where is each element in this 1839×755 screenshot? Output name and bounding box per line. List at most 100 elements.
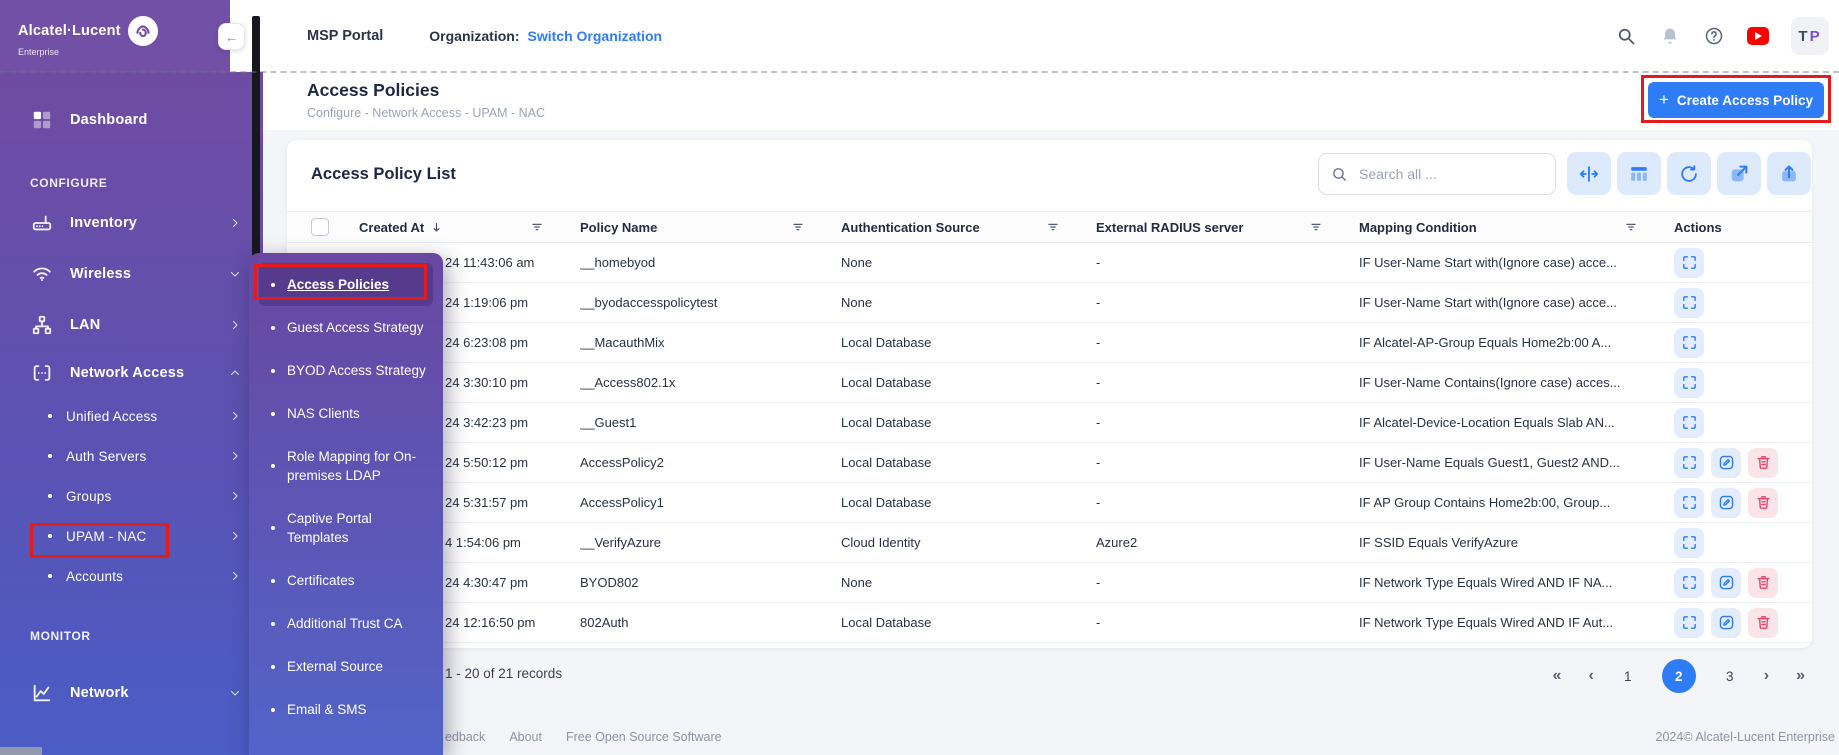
policy-name-cell: 802Auth (580, 615, 841, 630)
upam-nac-submenu: Access Policies Guest Access Strategy BYOD… (249, 253, 443, 755)
page-3[interactable]: 3 (1723, 669, 1737, 684)
brand-subtitle: Enterprise (18, 47, 158, 57)
sidebar-collapse-button[interactable]: ← (218, 23, 245, 50)
table-row: 24 1:19:06 pm__byodaccesspolicytestNone-… (287, 283, 1812, 323)
footer-link-about[interactable]: About (509, 730, 542, 744)
filter-icon[interactable] (1624, 220, 1638, 234)
expand-row-button[interactable] (1674, 288, 1704, 318)
breadcrumb: Configure - Network Access - UPAM - NAC (307, 106, 545, 120)
expand-icon (1681, 374, 1698, 391)
column-label: Mapping Condition (1359, 220, 1477, 235)
next-page-icon[interactable]: › (1764, 668, 1769, 684)
policy-name-cell: __VerifyAzure (580, 535, 841, 550)
create-access-policy-button[interactable]: + Create Access Policy (1648, 82, 1824, 118)
expand-columns-button[interactable] (1567, 152, 1611, 195)
sidebar-item-upam-nac[interactable]: UPAM - NAC (0, 516, 263, 556)
column-header-mapping-condition[interactable]: Mapping Condition (1359, 220, 1674, 235)
column-header-authentication-source[interactable]: Authentication Source (841, 220, 1096, 235)
search-input[interactable] (1357, 165, 1543, 183)
submenu-item-additional-trust-ca[interactable]: Additional Trust CA (259, 602, 433, 645)
help-icon[interactable] (1703, 25, 1725, 47)
expand-row-button[interactable] (1674, 368, 1704, 398)
sidebar-item-unified-access[interactable]: Unified Access (0, 396, 263, 436)
select-all-checkbox[interactable] (311, 218, 329, 236)
switch-organization-link[interactable]: Switch Organization (528, 28, 663, 44)
sidebar-item-network[interactable]: Network (0, 666, 263, 720)
edit-row-button[interactable] (1711, 568, 1741, 598)
refresh-button[interactable] (1667, 152, 1711, 195)
row-actions (1674, 568, 1792, 598)
edit-row-button[interactable] (1711, 448, 1741, 478)
expand-row-button[interactable] (1674, 408, 1704, 438)
filter-icon[interactable] (530, 220, 544, 234)
upload-button[interactable] (1767, 152, 1811, 195)
sidebar-item-wireless[interactable]: Wireless (0, 248, 263, 300)
bullet-icon (271, 579, 275, 583)
table-row: 24 11:43:06 am__homebyodNone-IF User-Nam… (287, 243, 1812, 283)
sort-desc-icon[interactable] (430, 221, 443, 234)
youtube-icon[interactable] (1747, 25, 1769, 47)
submenu-item-external-source[interactable]: External Source (259, 645, 433, 688)
filter-icon[interactable] (791, 220, 805, 234)
footer-link-feedback[interactable]: edback (445, 730, 485, 744)
delete-row-button[interactable] (1748, 448, 1778, 478)
avatar-initial-2: P (1810, 28, 1822, 45)
column-header-actions[interactable]: Actions (1674, 220, 1792, 235)
filter-icon[interactable] (1046, 220, 1060, 234)
mapping-condition-cell: IF SSID Equals VerifyAzure (1359, 535, 1674, 550)
column-header-policy-name[interactable]: Policy Name (580, 220, 841, 235)
edit-row-button[interactable] (1711, 608, 1741, 638)
submenu-item-label: Guest Access Strategy (287, 318, 424, 337)
expand-row-button[interactable] (1674, 448, 1704, 478)
expand-row-button[interactable] (1674, 488, 1704, 518)
search-icon[interactable] (1615, 25, 1637, 47)
sidebar-item-groups[interactable]: Groups (0, 476, 263, 516)
page-2-active[interactable]: 2 (1662, 659, 1696, 693)
notifications-bell-icon[interactable] (1659, 25, 1681, 47)
last-page-icon[interactable]: » (1796, 668, 1805, 684)
export-button[interactable] (1717, 152, 1761, 195)
column-header-external-radius-server[interactable]: External RADIUS server (1096, 220, 1359, 235)
sidebar-item-inventory[interactable]: Inventory (0, 198, 263, 248)
delete-row-button[interactable] (1748, 608, 1778, 638)
sidebar-item-auth-servers[interactable]: Auth Servers (0, 436, 263, 476)
expand-row-button[interactable] (1674, 568, 1704, 598)
sidebar-item-network-access[interactable]: Network Access (0, 350, 263, 396)
submenu-item-role-mapping-for-on-premises-ldap[interactable]: Role Mapping for On-premises LDAP (259, 435, 433, 497)
submenu-item-label: Certificates (287, 571, 355, 590)
edit-row-button[interactable] (1711, 488, 1741, 518)
page-1[interactable]: 1 (1621, 669, 1635, 684)
column-header-created-at[interactable]: Created At (359, 220, 580, 235)
main-content: Access Policy List Created AtPolicy Name… (263, 130, 1839, 755)
sidebar-horizontal-scrollbar[interactable] (0, 747, 42, 755)
expand-icon (1681, 334, 1698, 351)
submenu-item-email-sms[interactable]: Email & SMS (259, 688, 433, 731)
prev-page-icon[interactable]: ‹ (1588, 668, 1593, 684)
bullet-icon (271, 526, 275, 530)
footer-link-open-source[interactable]: Free Open Source Software (566, 730, 722, 744)
expand-row-button[interactable] (1674, 528, 1704, 558)
mapping-condition-cell: IF User-Name Start with(Ignore case) acc… (1359, 295, 1674, 310)
submenu-item-guest-access-strategy[interactable]: Guest Access Strategy (259, 306, 433, 349)
sidebar-item-accounts[interactable]: Accounts (0, 556, 263, 596)
submenu-item-certificates[interactable]: Certificates (259, 559, 433, 602)
expand-row-button[interactable] (1674, 328, 1704, 358)
expand-columns-icon (1578, 163, 1600, 185)
submenu-item-access-policies[interactable]: Access Policies (259, 263, 433, 306)
submenu-item-nas-clients[interactable]: NAS Clients (259, 392, 433, 435)
columns-button[interactable] (1617, 152, 1661, 195)
auth-source-cell: Cloud Identity (841, 535, 1096, 550)
first-page-icon[interactable]: « (1553, 668, 1562, 684)
expand-row-button[interactable] (1674, 608, 1704, 638)
sidebar-item-dashboard[interactable]: Dashboard (0, 92, 263, 148)
user-avatar[interactable]: T P (1791, 17, 1829, 55)
delete-row-button[interactable] (1748, 568, 1778, 598)
filter-icon[interactable] (1309, 220, 1323, 234)
table-row: 24 4:30:47 pmBYOD802None-IF Network Type… (287, 563, 1812, 603)
wireless-icon (30, 262, 54, 286)
submenu-item-captive-portal-templates[interactable]: Captive Portal Templates (259, 497, 433, 559)
delete-row-button[interactable] (1748, 488, 1778, 518)
expand-row-button[interactable] (1674, 248, 1704, 278)
sidebar-item-lan[interactable]: LAN (0, 300, 263, 350)
submenu-item-byod-access-strategy[interactable]: BYOD Access Strategy (259, 349, 433, 392)
